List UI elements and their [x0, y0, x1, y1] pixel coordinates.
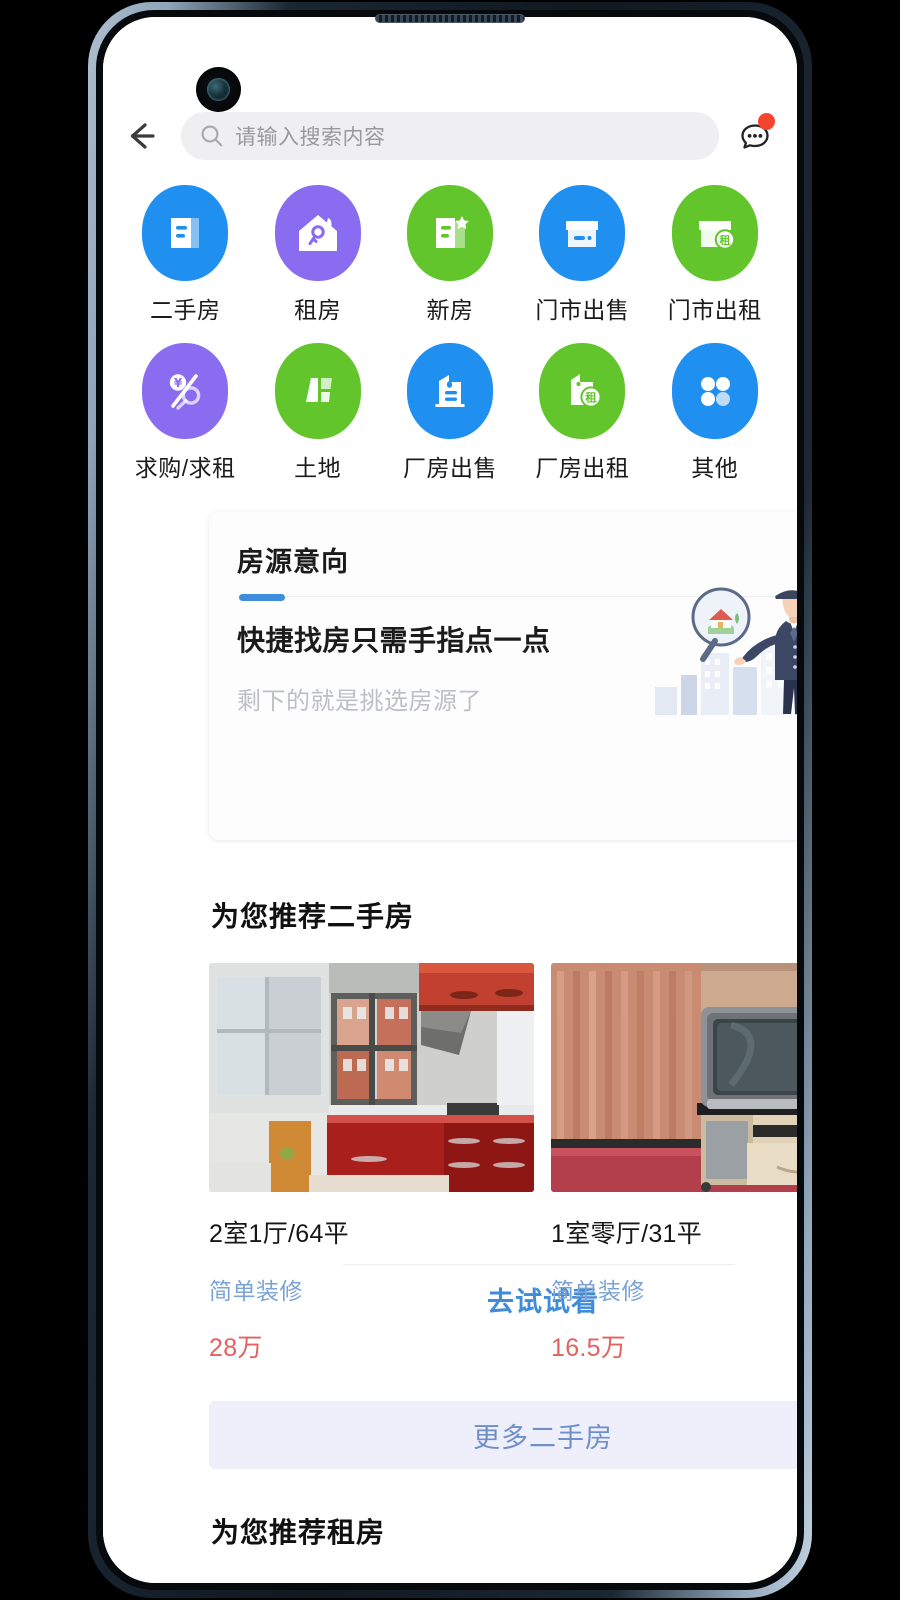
four-dots-icon — [671, 343, 758, 439]
search-icon — [201, 125, 223, 147]
new-document-star-icon — [406, 185, 493, 281]
document-house-icon — [142, 185, 229, 281]
listing-title: 2室1厅/64平 — [209, 1220, 349, 1248]
section-title-secondhand: 为您推荐二手房 — [211, 901, 415, 932]
intent-tab-row: 房源意向 — [209, 512, 797, 579]
category-item-zufang[interactable]: 租房 — [251, 185, 383, 325]
listing-price: 16.5万 — [551, 1334, 627, 1362]
category-label: 二手房 — [149, 297, 221, 323]
listing-card[interactable]: 2室1厅/64平 简单装修 28万 — [209, 963, 534, 1364]
front-camera-icon — [196, 67, 241, 112]
svg-text:租: 租 — [586, 391, 598, 405]
category-item-qiugouqiuzu[interactable]: ¥ 求购/求租 — [119, 343, 251, 483]
search-placeholder: 请输入搜索内容 — [235, 126, 386, 149]
earpiece-speaker-icon — [375, 14, 525, 23]
housing-intent-card: 房源意向 快捷找房只需手指点一点 剩下的就是挑选房源了 去试试看 — [209, 512, 797, 1317]
category-label: 求购/求租 — [134, 455, 236, 481]
category-label: 厂房出售 — [402, 455, 497, 481]
phone-bezel: 请输入搜索内容 二手房 租房 新房 门市出售 租 门市出租 ¥ 求购/求租 土地… — [96, 10, 804, 1590]
category-item-qita[interactable]: 其他 — [649, 343, 781, 483]
category-label: 厂房出租 — [535, 455, 630, 481]
category-item-ershoufang[interactable]: 二手房 — [119, 185, 251, 325]
listing-row: 2室1厅/64平 简单装修 28万 1室零厅/31平 简单装修 16.5万 — [209, 963, 797, 1364]
listing-tag: 简单装修 — [551, 1278, 645, 1304]
more-secondhand-label: 更多二手房 — [473, 1422, 613, 1453]
app-viewport: 请输入搜索内容 二手房 租房 新房 门市出售 租 门市出租 ¥ 求购/求租 土地… — [103, 17, 797, 1583]
category-label: 新房 — [426, 297, 474, 323]
back-button[interactable] — [115, 110, 167, 162]
category-item-tudi[interactable]: 土地 — [251, 343, 383, 483]
house-key-icon — [274, 185, 361, 281]
notification-badge — [758, 113, 775, 130]
category-label: 门市出租 — [667, 297, 762, 323]
section-title-rental: 为您推荐租房 — [211, 1517, 386, 1548]
category-label: 其他 — [691, 455, 739, 481]
kitchen-red-cabinets-photo[interactable] — [209, 963, 534, 1192]
factory-sale-icon — [406, 343, 493, 439]
listing-title: 1室零厅/31平 — [551, 1220, 703, 1248]
listing-card[interactable]: 1室零厅/31平 简单装修 16.5万 — [551, 963, 797, 1364]
svg-text:租: 租 — [719, 234, 730, 247]
businessman-magnifier-city-icon — [655, 587, 797, 715]
intent-body: 快捷找房只需手指点一点 剩下的就是挑选房源了 — [209, 579, 797, 716]
listing-tag: 简单装修 — [209, 1278, 303, 1304]
living-room-crt-tv-photo[interactable] — [551, 963, 797, 1192]
category-label: 土地 — [294, 455, 342, 481]
more-secondhand-button[interactable]: 更多二手房 — [209, 1401, 797, 1469]
category-label: 门市出售 — [535, 297, 630, 323]
shop-sale-icon — [539, 185, 626, 281]
category-item-menshichuzu[interactable]: 租 门市出租 — [649, 185, 781, 325]
back-arrow-icon — [130, 123, 155, 149]
category-item-changfangchushou[interactable]: 厂房出售 — [384, 343, 516, 483]
listing-price: 28万 — [209, 1334, 263, 1362]
chat-button[interactable] — [729, 110, 781, 162]
top-bar: 请输入搜索内容 — [103, 105, 797, 167]
category-label: 租房 — [294, 297, 342, 323]
phone-screen: 请输入搜索内容 二手房 租房 新房 门市出售 租 门市出租 ¥ 求购/求租 土地… — [103, 17, 797, 1583]
category-item-menshichushou[interactable]: 门市出售 — [516, 185, 648, 325]
factory-rent-icon: 租 — [539, 343, 626, 439]
category-icon-grid: 二手房 租房 新房 门市出售 租 门市出租 ¥ 求购/求租 土地 厂房出售 租 … — [103, 185, 797, 483]
yuan-percent-key-icon: ¥ — [142, 343, 229, 439]
search-input[interactable]: 请输入搜索内容 — [181, 112, 719, 160]
category-item-xinfang[interactable]: 新房 — [384, 185, 516, 325]
category-item-changfangchuzu[interactable]: 租 厂房出租 — [516, 343, 648, 483]
svg-text:¥: ¥ — [174, 376, 183, 390]
tab-fangyuanyixiang[interactable]: 房源意向 — [237, 547, 349, 577]
land-plots-icon — [274, 343, 361, 439]
shop-rent-icon: 租 — [671, 185, 758, 281]
phone-frame: 请输入搜索内容 二手房 租房 新房 门市出售 租 门市出租 ¥ 求购/求租 土地… — [88, 2, 812, 1598]
